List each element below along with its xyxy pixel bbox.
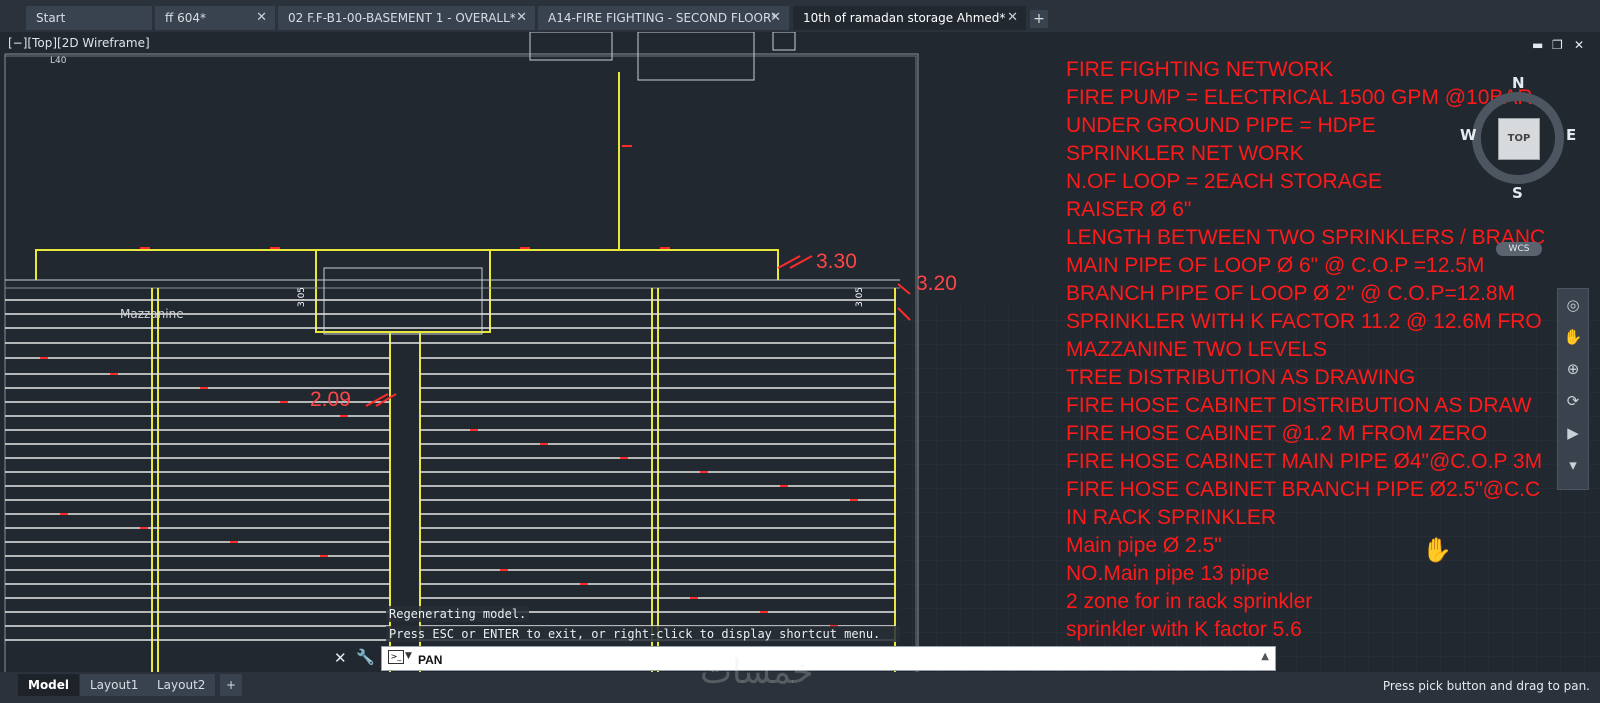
- tab-basement-overall[interactable]: 02 F.F-B1-00-BASEMENT 1 - OVERALL* ✕: [278, 6, 535, 30]
- navigation-bar: ◎ ✋ ⊕ ⟳ ▶ ▾: [1557, 288, 1589, 490]
- compass-south[interactable]: S: [1512, 184, 1523, 202]
- showmotion-icon[interactable]: ▶: [1558, 417, 1588, 449]
- tab-label: 10th of ramadan storage Ahmed*: [803, 11, 1006, 25]
- steering-wheel-icon[interactable]: ◎: [1558, 289, 1588, 321]
- tab-start[interactable]: Start: [26, 6, 152, 30]
- note-line: SPRINKLER WITH K FACTOR 11.2 @ 12.6M FRO: [1066, 310, 1542, 333]
- layout-tab-model[interactable]: Model: [18, 674, 80, 696]
- note-line: FIRE FIGHTING NETWORK: [1066, 58, 1334, 81]
- layout-tab-layout2[interactable]: Layout2: [147, 674, 216, 696]
- note-line: FIRE PUMP = ELECTRICAL 1500 GPM @10BAR: [1066, 86, 1533, 109]
- pan-cursor-icon: ✋: [1422, 536, 1452, 564]
- add-layout-button[interactable]: +: [220, 674, 243, 696]
- command-history-line: Press ESC or ENTER to exit, or right-cli…: [386, 626, 900, 642]
- customize-icon[interactable]: 🔧: [356, 648, 375, 666]
- history-expand-icon[interactable]: ▲: [1261, 651, 1269, 662]
- tab-ff-604[interactable]: ff 604* ✕: [155, 6, 275, 30]
- note-line: sprinkler with K factor 5.6: [1066, 618, 1302, 641]
- note-line: 2 zone for in rack sprinkler: [1066, 590, 1313, 613]
- tab-ramadan-storage[interactable]: 10th of ramadan storage Ahmed* ✕: [793, 6, 1026, 30]
- note-line: FIRE HOSE CABINET BRANCH PIPE Ø2.5"@C.C: [1066, 478, 1541, 501]
- command-prompt-icon[interactable]: >_: [388, 650, 404, 664]
- new-tab-button[interactable]: +: [1030, 10, 1048, 28]
- command-line-close-icon[interactable]: ✕: [334, 649, 347, 667]
- command-input[interactable]: [416, 649, 1240, 670]
- note-line: FIRE HOSE CABINET DISTRIBUTION AS DRAW: [1066, 394, 1532, 417]
- note-line: SPRINKLER NET WORK: [1066, 142, 1304, 165]
- tab-label: 02 F.F-B1-00-BASEMENT 1 - OVERALL*: [288, 11, 516, 25]
- tab-label: A14-FIRE FIGHTING - SECOND FLOOR*: [548, 11, 778, 25]
- note-line: TREE DISTRIBUTION AS DRAWING: [1066, 366, 1416, 389]
- wcs-menu-button[interactable]: WCS: [1496, 242, 1542, 256]
- grid-tag: 3.05: [855, 286, 866, 308]
- note-line: BRANCH PIPE OF LOOP Ø 2" @ C.O.P=12.8M: [1066, 282, 1516, 305]
- watermark: خمسات: [700, 652, 814, 692]
- note-line: FIRE HOSE CABINET @1.2 M FROM ZERO: [1066, 422, 1488, 445]
- tab-label: Start: [36, 11, 66, 25]
- note-line: LENGTH BETWEEN TWO SPRINKLERS / BRANC: [1066, 226, 1546, 249]
- compass-east[interactable]: E: [1566, 126, 1576, 144]
- viewcube[interactable]: N S W E TOP WCS: [1460, 74, 1578, 256]
- note-line: UNDER GROUND PIPE = HDPE: [1066, 114, 1376, 137]
- close-icon[interactable]: ✕: [256, 6, 267, 30]
- drawing-viewport[interactable]: [−][Top][2D Wireframe] ▬ ❐ ✕ Mazzanine L…: [0, 32, 1600, 672]
- note-line: IN RACK SPRINKLER: [1066, 506, 1277, 529]
- tab-label: ff 604*: [165, 11, 206, 25]
- layout-tab-layout1[interactable]: Layout1: [80, 674, 149, 696]
- grid-tag: 3.05: [297, 286, 308, 308]
- status-prompt: Press pick button and drag to pan.: [1382, 679, 1590, 693]
- zone-label: Mazzanine: [120, 307, 184, 321]
- compass-north[interactable]: N: [1512, 74, 1525, 92]
- orbit-icon[interactable]: ⟳: [1558, 385, 1588, 417]
- note-line: MAIN PIPE OF LOOP Ø 6" @ C.O.P =12.5M: [1066, 254, 1485, 277]
- command-line[interactable]: >_ ▼ ▲: [381, 646, 1276, 671]
- dimension-label: 3.20: [916, 272, 957, 295]
- dimension-label: 3.30: [816, 250, 857, 273]
- compass-west[interactable]: W: [1460, 126, 1477, 144]
- command-history-line: Regenerating model.: [386, 606, 530, 622]
- viewcube-top-face[interactable]: TOP: [1498, 118, 1540, 160]
- note-line: Main pipe Ø 2.5": [1066, 534, 1222, 557]
- close-icon[interactable]: ✕: [1007, 6, 1018, 30]
- document-tab-bar: Start ff 604* ✕ 02 F.F-B1-00-BASEMENT 1 …: [0, 0, 1600, 32]
- tab-second-floor[interactable]: A14-FIRE FIGHTING - SECOND FLOOR* ✕: [538, 6, 789, 30]
- close-icon[interactable]: ✕: [770, 6, 781, 30]
- note-line: FIRE HOSE CABINET MAIN PIPE Ø4"@C.O.P 3M: [1066, 450, 1543, 473]
- note-line: MAZZANINE TWO LEVELS: [1066, 338, 1327, 361]
- dimension-label: 2.09: [310, 388, 351, 411]
- note-line: RAISER Ø 6": [1066, 198, 1192, 221]
- recent-commands-chevron-icon[interactable]: ▼: [405, 651, 412, 661]
- note-line: NO.Main pipe 13 pipe: [1066, 562, 1270, 585]
- note-line: N.OF LOOP = 2EACH STORAGE: [1066, 170, 1383, 193]
- close-icon[interactable]: ✕: [516, 6, 527, 30]
- tag-label: L40: [50, 56, 67, 66]
- pan-icon[interactable]: ✋: [1558, 321, 1588, 353]
- zoom-icon[interactable]: ⊕: [1558, 353, 1588, 385]
- navbar-menu-icon[interactable]: ▾: [1558, 449, 1588, 481]
